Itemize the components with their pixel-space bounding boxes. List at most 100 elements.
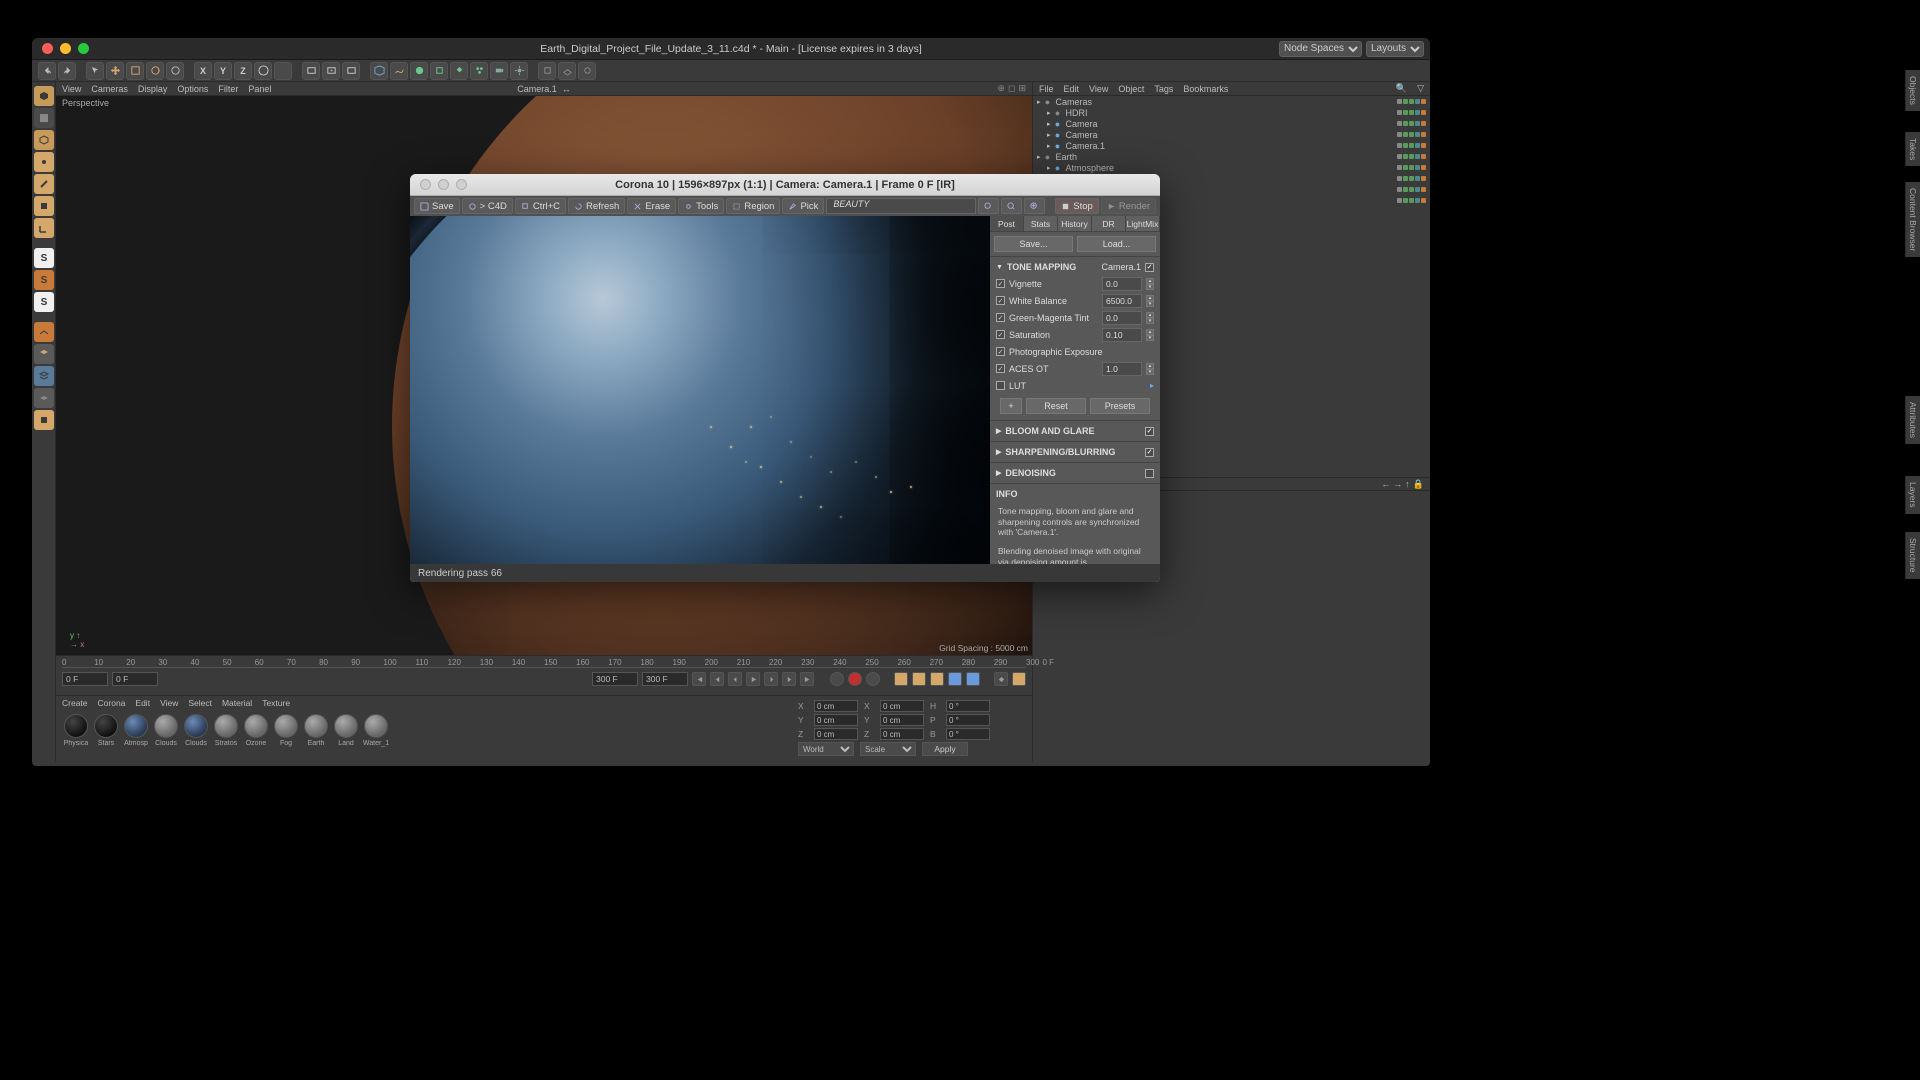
dock-menu-bookmarks[interactable]: Bookmarks [1183,84,1228,94]
tonemapping-presets-button[interactable]: Presets [1090,398,1150,414]
snap-3d-button[interactable]: S [34,292,54,312]
object-row[interactable]: ▸●Camera.1 [1033,140,1430,151]
key-pla-toggle[interactable] [966,672,980,686]
denoising-enable-checkbox[interactable] [1145,469,1154,478]
object-row[interactable]: ▸●Cameras [1033,96,1430,107]
lut-link-icon[interactable]: ▸ [1150,381,1154,390]
corona-zoomfit-button[interactable] [978,198,999,214]
aces-value[interactable]: 1.0 [1102,362,1142,376]
texture-mode-button[interactable] [34,108,54,128]
side-tab-takes[interactable]: Takes [1905,132,1920,166]
bloom-header[interactable]: BLOOM AND GLARE [1005,426,1094,436]
whitebalance-value[interactable]: 6500.0 [1102,294,1142,308]
vp-camera-label[interactable]: Camera.1 [517,84,557,94]
coord-h-rot[interactable] [946,700,990,712]
object-row[interactable]: ▸●Camera [1033,118,1430,129]
mat-tab-material[interactable]: Material [222,698,252,710]
field-button[interactable] [450,62,468,80]
material-thumb[interactable]: Atmosp [122,714,150,748]
corona-pick-button[interactable]: Pick [782,198,824,214]
photoexposure-checkbox[interactable] [996,347,1005,356]
side-tab-structure[interactable]: Structure [1905,532,1920,579]
object-mode-button[interactable] [34,130,54,150]
vp-nav-icon-2[interactable]: ◻ [1008,83,1015,94]
record-button[interactable] [830,672,844,686]
corona-pass-dropdown[interactable]: BEAUTY [826,198,976,214]
object-row[interactable]: ▸●HDRI [1033,107,1430,118]
coord-space-dropdown[interactable]: World [798,742,854,756]
light-button[interactable] [510,62,528,80]
material-thumb[interactable]: Earth [302,714,330,748]
corona-zoom100-button[interactable] [1001,198,1022,214]
vignette-spinner[interactable]: ▴▾ [1146,278,1154,290]
corona-zoomin-button[interactable] [1024,198,1045,214]
coord-p-rot[interactable] [946,714,990,726]
vignette-value[interactable]: 0.0 [1102,277,1142,291]
greenmagenta-value[interactable]: 0.0 [1102,311,1142,325]
vp-menu-display[interactable]: Display [138,84,168,94]
saturation-spinner[interactable]: ▴▾ [1146,329,1154,341]
mat-tab-view[interactable]: View [160,698,178,710]
corona-render-button[interactable]: Render [1101,198,1156,214]
dock-menu-tags[interactable]: Tags [1154,84,1173,94]
vp-menu-options[interactable]: Options [177,84,208,94]
attr-up-icon[interactable]: ↑ [1405,479,1410,489]
corona-erase-button[interactable]: Erase [627,198,676,214]
layer-button-4[interactable] [34,410,54,430]
sharpen-enable-checkbox[interactable] [1145,448,1154,457]
scale-tool[interactable] [126,62,144,80]
key-mode-button[interactable] [994,672,1008,686]
tonemapping-enable-checkbox[interactable] [1145,263,1154,272]
vignette-checkbox[interactable] [996,279,1005,288]
snap-toggle-button[interactable]: S [34,248,54,268]
corona-tab-stats[interactable]: Stats [1024,216,1058,231]
vp-menu-panel[interactable]: Panel [248,84,271,94]
close-icon[interactable] [42,43,53,54]
mat-tab-create[interactable]: Create [62,698,88,710]
axis-x-button[interactable]: X [194,62,212,80]
coord-mode-dropdown[interactable]: Scale [860,742,916,756]
corona-titlebar[interactable]: Corona 10 | 1596×897px (1:1) | Camera: C… [410,174,1160,196]
coord-x-size[interactable] [880,700,924,712]
timeline-end2-field[interactable] [642,672,688,686]
object-row[interactable]: ▸●Atmosphere [1033,162,1430,173]
world-axis-button[interactable] [254,62,272,80]
corona-tab-lightmix[interactable]: LightMix [1126,216,1160,231]
material-thumb[interactable]: Stratos [212,714,240,748]
tonemapping-reset-button[interactable]: Reset [1026,398,1086,414]
aces-spinner[interactable]: ▴▾ [1146,363,1154,375]
coord-b-rot[interactable] [946,728,990,740]
side-tab-objects[interactable]: Objects [1905,70,1920,111]
dock-menu-file[interactable]: File [1039,84,1054,94]
model-mode-button[interactable] [34,86,54,106]
layouts-dropdown[interactable]: Layouts [1366,41,1424,57]
coord-x-pos[interactable] [814,700,858,712]
corona-tab-history[interactable]: History [1058,216,1092,231]
minimize-icon[interactable] [60,43,71,54]
prev-key-button[interactable] [710,672,724,686]
attr-fwd-icon[interactable]: → [1393,479,1402,489]
render-region-button[interactable] [322,62,340,80]
corona-save-button[interactable]: Save [414,198,460,214]
saturation-value[interactable]: 0.10 [1102,328,1142,342]
goto-start-button[interactable] [692,672,706,686]
aces-checkbox[interactable] [996,364,1005,373]
vp-menu-filter[interactable]: Filter [218,84,238,94]
mat-tab-select[interactable]: Select [188,698,212,710]
search-icon[interactable]: 🔍 [1396,83,1407,94]
material-thumb[interactable]: Physica [62,714,90,748]
coord-y-size[interactable] [880,714,924,726]
dock-menu-object[interactable]: Object [1118,84,1144,94]
camera-button[interactable] [490,62,508,80]
denoising-header[interactable]: DENOISING [1005,468,1056,478]
material-thumb[interactable]: Land [332,714,360,748]
move-tool[interactable] [106,62,124,80]
workplane-tool[interactable] [34,322,54,342]
corona-refresh-button[interactable]: Refresh [568,198,625,214]
key-scale-toggle[interactable] [912,672,926,686]
corona-load-settings-button[interactable]: Load... [1077,236,1156,252]
corona-tools-button[interactable]: Tools [678,198,724,214]
corona-copy-button[interactable]: Ctrl+C [515,198,566,214]
corona-minimize-icon[interactable] [438,179,449,190]
vp-menu-view[interactable]: View [62,84,81,94]
